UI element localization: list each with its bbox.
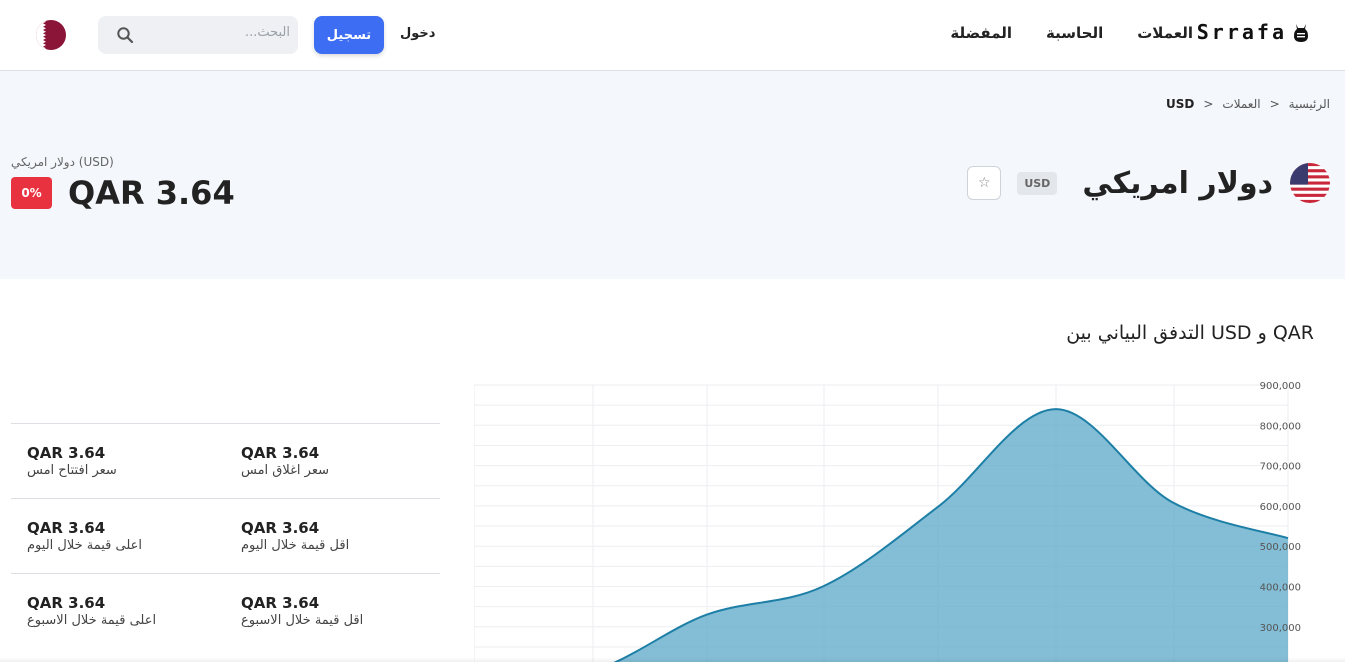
- search-input[interactable]: [150, 25, 290, 40]
- stat-label: اعلى قيمة خلال الاسبوع: [27, 613, 157, 628]
- main-nav: العملات الحاسبة المفضلة: [950, 24, 1193, 42]
- register-button[interactable]: تسجيل: [314, 16, 384, 54]
- series-area: [615, 409, 1288, 662]
- nav-favorites[interactable]: المفضلة: [950, 24, 1012, 42]
- qatar-flag-icon[interactable]: [36, 20, 66, 50]
- stat-label: سعر اغلاق امس: [241, 463, 330, 478]
- y-tick-label: 400,000: [1260, 583, 1301, 594]
- brand-icon: [1294, 24, 1308, 42]
- brand-name: Srrafa: [1196, 20, 1287, 44]
- bottom-shadow: [0, 657, 1345, 662]
- search-icon[interactable]: [116, 26, 134, 44]
- currency-header: دولار امريكي USD ☆: [967, 163, 1330, 203]
- stat-value: QAR 3.64: [241, 444, 320, 462]
- stat-label: اقل قيمة خلال الاسبوع: [241, 613, 364, 628]
- stat-day-low: QAR 3.64 اقل قيمة خلال اليوم: [241, 519, 349, 553]
- stat-label: سعر افتتاح امس: [27, 463, 117, 478]
- nav-calculator[interactable]: الحاسبة: [1046, 24, 1103, 42]
- chart-title: التدفق البياني بين USD و QAR: [1066, 322, 1314, 344]
- stat-value: QAR 3.64: [27, 519, 106, 537]
- stat-day-high: QAR 3.64 اعلى قيمة خلال اليوم: [27, 519, 142, 553]
- rate-area-chart: 900,000 800,000 700,000 600,000 500,000 400,0…: [474, 381, 1301, 662]
- stat-value: QAR 3.64: [27, 594, 106, 612]
- stat-row: QAR 3.64 اعلى قيمة خلال الاسبوع QAR 3.64…: [11, 573, 440, 648]
- y-tick-label: 800,000: [1260, 421, 1301, 432]
- currency-code-badge: USD: [1017, 171, 1058, 195]
- breadcrumb-current: USD: [1165, 97, 1195, 111]
- breadcrumb-currencies[interactable]: العملات: [1222, 97, 1260, 111]
- breadcrumb-separator: >: [1269, 97, 1280, 111]
- currency-hero: الرئيسية > العملات > USD دولار امريكي US…: [0, 71, 1345, 279]
- stat-label: اعلى قيمة خلال اليوم: [27, 538, 143, 553]
- stat-row: QAR 3.64 سعر افتتاح امس QAR 3.64 سعر اغل…: [11, 423, 440, 498]
- login-link[interactable]: دخول: [400, 26, 435, 41]
- stat-yesterday-open: QAR 3.64 سعر افتتاح امس: [27, 444, 117, 478]
- star-icon: ☆: [978, 175, 991, 191]
- change-badge: 0%: [11, 177, 52, 209]
- us-flag-icon: [1290, 163, 1330, 203]
- stat-row: QAR 3.64 اعلى قيمة خلال اليوم QAR 3.64 ا…: [11, 498, 440, 573]
- stat-week-low: QAR 3.64 اقل قيمة خلال الاسبوع: [241, 594, 363, 628]
- stat-value: QAR 3.64: [241, 519, 320, 537]
- rate-subtitle: دولار امريكي (USD): [11, 155, 114, 169]
- nav-currencies[interactable]: العملات: [1137, 24, 1193, 42]
- stat-week-high: QAR 3.64 اعلى قيمة خلال الاسبوع: [27, 594, 156, 628]
- y-tick-label: 300,000: [1260, 623, 1301, 634]
- y-tick-label: 600,000: [1260, 502, 1301, 513]
- stat-label: اقل قيمة خلال اليوم: [241, 538, 350, 553]
- breadcrumb-home[interactable]: الرئيسية: [1289, 97, 1330, 111]
- currency-name: دولار امريكي: [1082, 165, 1273, 201]
- rate-value: QAR 3.64: [68, 174, 235, 212]
- y-tick-label: 700,000: [1260, 462, 1301, 473]
- brand-logo[interactable]: Srrafa: [1197, 20, 1309, 44]
- stat-yesterday-close: QAR 3.64 سعر اغلاق امس: [241, 444, 329, 478]
- top-header: Srrafa العملات الحاسبة المفضلة دخول تسجي…: [0, 0, 1345, 71]
- rate-row: 0% QAR 3.64: [11, 174, 235, 212]
- favorite-star-button[interactable]: ☆: [967, 166, 1002, 200]
- stat-value: QAR 3.64: [241, 594, 320, 612]
- stat-value: QAR 3.64: [27, 444, 106, 462]
- y-tick-label: 500,000: [1260, 542, 1301, 553]
- stats-table: QAR 3.64 سعر افتتاح امس QAR 3.64 سعر اغل…: [11, 423, 440, 648]
- breadcrumb: الرئيسية > العملات > USD: [1166, 97, 1330, 111]
- search-box: [98, 16, 298, 54]
- breadcrumb-separator: >: [1203, 97, 1214, 111]
- y-tick-label: 900,000: [1260, 381, 1301, 392]
